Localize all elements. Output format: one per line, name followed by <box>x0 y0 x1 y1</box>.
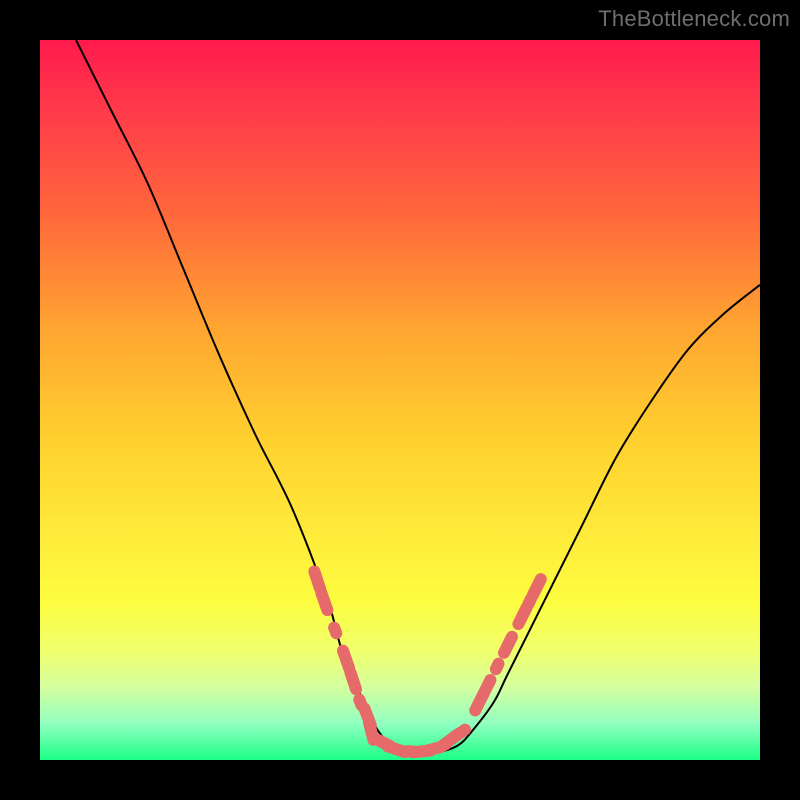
curve-marker <box>504 637 512 653</box>
curve-marker <box>343 651 349 668</box>
curve-marker <box>533 579 541 595</box>
bottleneck-curve-svg <box>40 40 760 760</box>
watermark-text: TheBottleneck.com <box>598 6 790 32</box>
curve-marker <box>350 672 356 689</box>
curve-marker <box>321 593 327 610</box>
curve-marker <box>518 608 526 624</box>
curve-marker <box>450 730 465 740</box>
curve-marker <box>314 572 320 589</box>
curve-marker <box>482 680 490 696</box>
curve-layer <box>76 40 760 754</box>
chart-frame: TheBottleneck.com <box>0 0 800 800</box>
plot-area <box>40 40 760 760</box>
curve-marker <box>496 664 499 669</box>
curve-marker <box>334 628 336 634</box>
marker-layer <box>314 572 540 753</box>
bottleneck-curve <box>76 40 760 754</box>
